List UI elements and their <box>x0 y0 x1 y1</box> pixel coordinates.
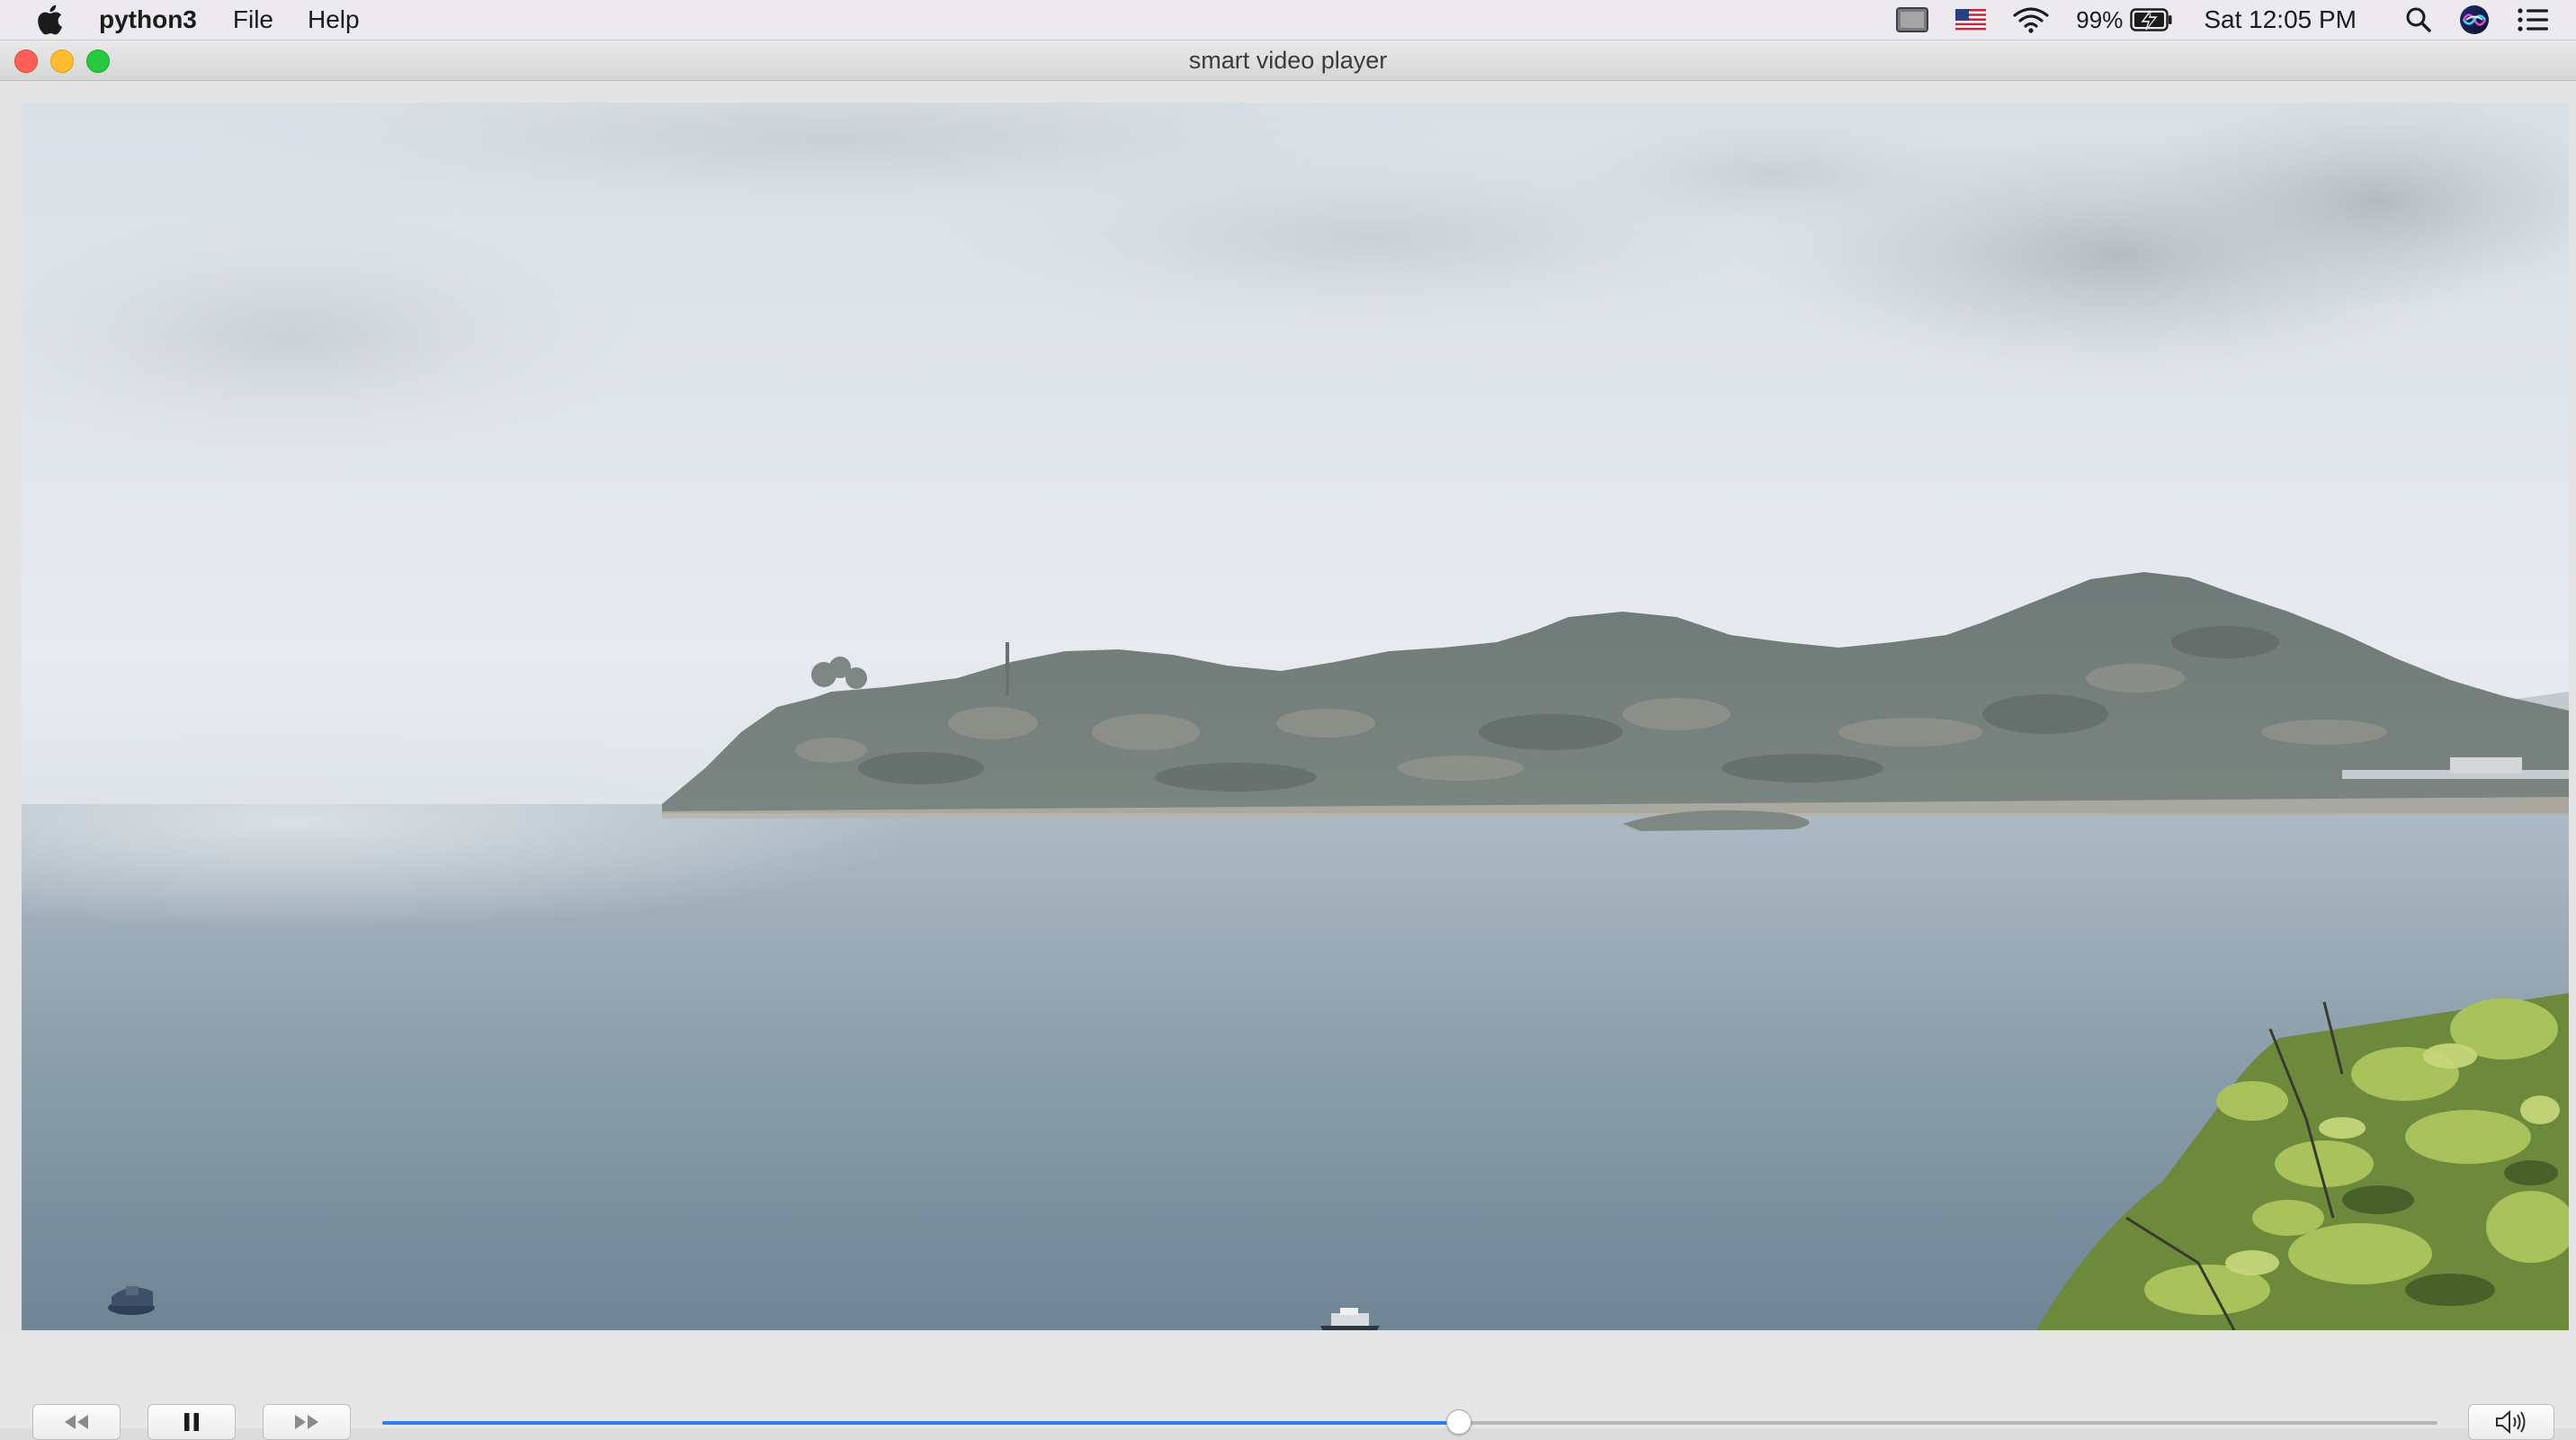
video-frame[interactable] <box>22 103 2569 1330</box>
battery-charging-icon[interactable] <box>2130 8 2173 31</box>
window-title: smart video player <box>1188 47 1388 74</box>
battery-percent: 99% <box>2076 5 2124 33</box>
app-menu[interactable]: python3 <box>99 5 197 34</box>
menubar-clock[interactable]: Sat 12:05 PM <box>2204 5 2357 34</box>
help-menu[interactable]: Help <box>308 5 360 34</box>
seek-slider-fill <box>382 1421 1460 1425</box>
seek-slider[interactable] <box>382 1409 2437 1435</box>
wifi-icon[interactable] <box>2013 6 2049 33</box>
volume-icon <box>2496 1410 2526 1434</box>
seek-slider-knob[interactable] <box>1446 1409 1472 1435</box>
fast-forward-button[interactable] <box>263 1404 351 1440</box>
rewind-button[interactable] <box>32 1404 121 1440</box>
file-menu[interactable]: File <box>233 5 273 34</box>
playback-controls <box>0 1330 2576 1440</box>
pause-button[interactable] <box>148 1404 236 1440</box>
spotlight-search-icon[interactable] <box>2405 6 2432 33</box>
apple-icon[interactable] <box>36 4 63 35</box>
rewind-icon <box>65 1415 88 1429</box>
video-player-window: smart video player <box>0 40 2576 1440</box>
us-flag-icon[interactable] <box>1955 9 1987 31</box>
menu-bar: python3 File Help 99% Sat 12:05 PM <box>0 0 2576 40</box>
fast-forward-icon <box>295 1415 318 1429</box>
display-icon[interactable] <box>1896 7 1929 32</box>
pause-icon <box>184 1413 199 1431</box>
window-titlebar[interactable]: smart video player <box>0 40 2576 81</box>
volume-button[interactable] <box>2468 1404 2554 1440</box>
notification-center-icon[interactable] <box>2517 7 2549 32</box>
siri-icon[interactable] <box>2459 4 2490 35</box>
